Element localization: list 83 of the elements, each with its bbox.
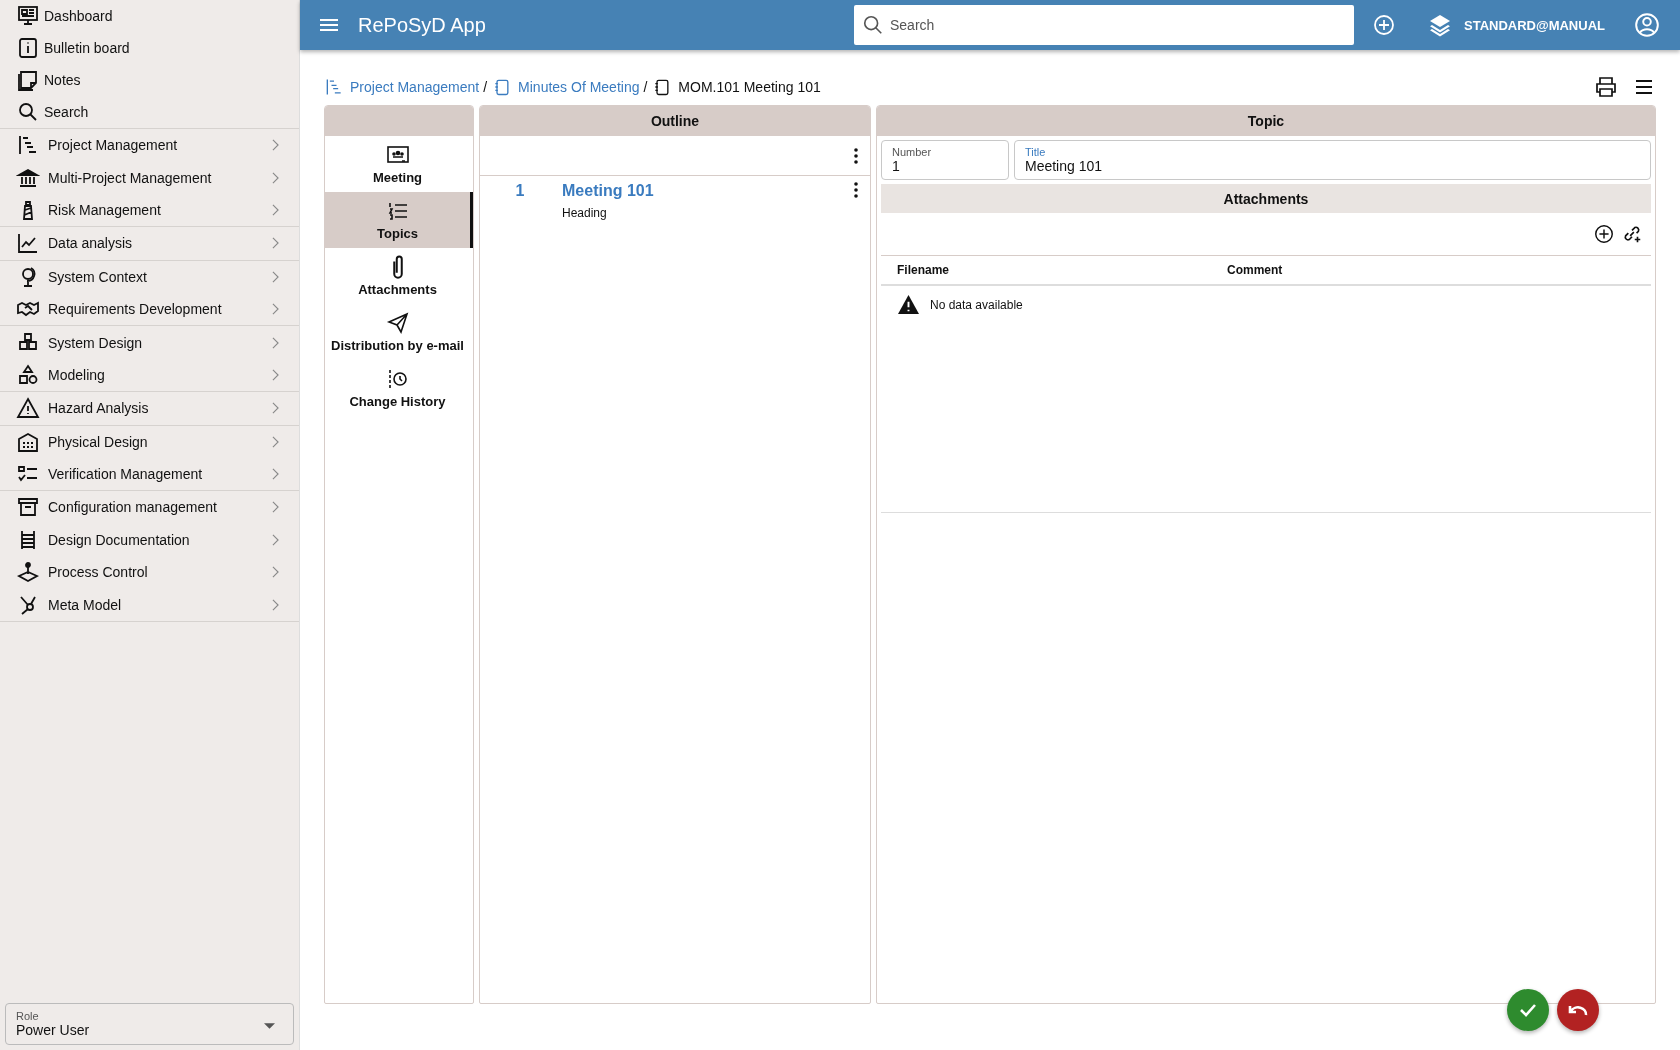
column-header[interactable]: Filename	[897, 263, 950, 277]
chevron-icon	[272, 468, 279, 481]
sidebar-item[interactable]: Design Documentation	[0, 523, 299, 557]
sidebar-item[interactable]: Verification Management	[0, 457, 299, 491]
chevron-icon	[272, 203, 279, 216]
breadcrumb-separator: /	[483, 79, 488, 95]
shapes-icon	[16, 362, 40, 387]
note-icon	[16, 68, 40, 92]
role-label: Role	[16, 1010, 40, 1022]
sidebar-item[interactable]: System Context	[0, 260, 299, 293]
role-value: Power User	[16, 1022, 90, 1038]
search-field[interactable]: Search	[854, 5, 1354, 45]
info-icon	[16, 36, 40, 60]
sidebar-item[interactable]: Project Management	[0, 129, 299, 162]
more-icon[interactable]	[854, 182, 858, 198]
sidebar-item[interactable]: Process Control	[0, 556, 299, 589]
chevron-icon	[272, 533, 279, 546]
warning-icon	[897, 294, 920, 315]
column-header[interactable]: Comment	[1227, 263, 1283, 277]
panel-title: Outline	[480, 106, 870, 136]
joystick-icon	[16, 560, 40, 585]
more-icon[interactable]	[854, 147, 858, 164]
chevron-icon	[272, 501, 279, 514]
user-name[interactable]: STANDARD@MANUAL	[1464, 17, 1605, 33]
sidebar-item[interactable]: Configuration management	[0, 491, 299, 524]
outline-item-title[interactable]: Meeting 101	[562, 182, 654, 200]
line-chart-icon	[16, 231, 40, 256]
sidebar-item[interactable]: Data analysis	[0, 227, 299, 260]
chevron-icon	[272, 171, 279, 184]
field-value: Meeting 101	[1025, 158, 1103, 174]
layers-icon[interactable]	[1428, 13, 1452, 37]
sidebar-item[interactable]: Multi-Project Management	[0, 161, 299, 194]
role-select[interactable]: Role Power User	[5, 1003, 294, 1045]
paper-plane-icon	[385, 311, 410, 335]
sidebar-item[interactable]: Risk Management	[0, 193, 299, 227]
breadcrumb-link[interactable]: Minutes Of Meeting	[518, 79, 640, 95]
add-link-icon[interactable]	[1621, 223, 1643, 245]
save-button[interactable]	[1507, 989, 1549, 1031]
section-title: Attachments	[881, 184, 1651, 213]
chevron-icon	[272, 368, 279, 381]
chevron-icon	[272, 566, 279, 579]
breadcrumb-current: MOM.101 Meeting 101	[678, 79, 821, 95]
breadcrumb-separator: /	[643, 79, 648, 95]
breadcrumb-link[interactable]: Project Management	[350, 79, 480, 95]
empty-message: No data available	[930, 297, 1023, 312]
app-title: RePoSyD App	[358, 13, 486, 37]
text-field[interactable]: Number 1	[881, 140, 1009, 180]
chevron-icon	[272, 336, 279, 349]
chevron-icon	[272, 598, 279, 611]
print-icon[interactable]	[1594, 75, 1618, 99]
undo-button[interactable]	[1557, 989, 1599, 1031]
dropdown-icon	[264, 1023, 275, 1029]
add-icon[interactable]	[1593, 223, 1615, 245]
sidebar-item[interactable]: System Design	[0, 326, 299, 359]
gantt-icon	[324, 77, 344, 97]
tab[interactable]: Topics	[325, 192, 473, 248]
panel-title: Topic	[877, 106, 1655, 136]
field-value: 1	[892, 158, 900, 174]
account-icon[interactable]	[1634, 12, 1660, 38]
field-label: Number	[892, 146, 933, 158]
field-label: Title	[1025, 146, 1047, 158]
warning-icon	[16, 396, 40, 421]
sidebar-item[interactable]: Hazard Analysis	[0, 392, 299, 425]
text-field[interactable]: Title Meeting 101	[1014, 140, 1651, 180]
sidebar-item[interactable]: Requirements Development	[0, 292, 299, 326]
chevron-icon	[272, 237, 279, 250]
monitor-icon	[16, 4, 40, 28]
chevron-icon	[272, 270, 279, 283]
chevron-icon	[272, 303, 279, 316]
sidebar-item[interactable]: Physical Design	[0, 425, 299, 458]
sidebar-item[interactable]: Meta Model	[0, 588, 299, 621]
sidebar-item[interactable]: Notes	[0, 64, 299, 96]
sidebar-item[interactable]: Search	[0, 96, 299, 128]
outline-number: 1	[514, 182, 526, 200]
chevron-icon	[272, 435, 279, 448]
chevron-icon	[272, 402, 279, 415]
chevron-icon	[272, 139, 279, 152]
sidebar-item[interactable]: Modeling	[0, 358, 299, 392]
paperclip-icon	[392, 255, 403, 279]
search-icon	[862, 14, 884, 36]
sidebar-item[interactable]: Dashboard	[0, 0, 299, 32]
outline-item-type: Heading	[562, 206, 608, 220]
sidebar-item[interactable]: Bulletin board	[0, 32, 299, 64]
